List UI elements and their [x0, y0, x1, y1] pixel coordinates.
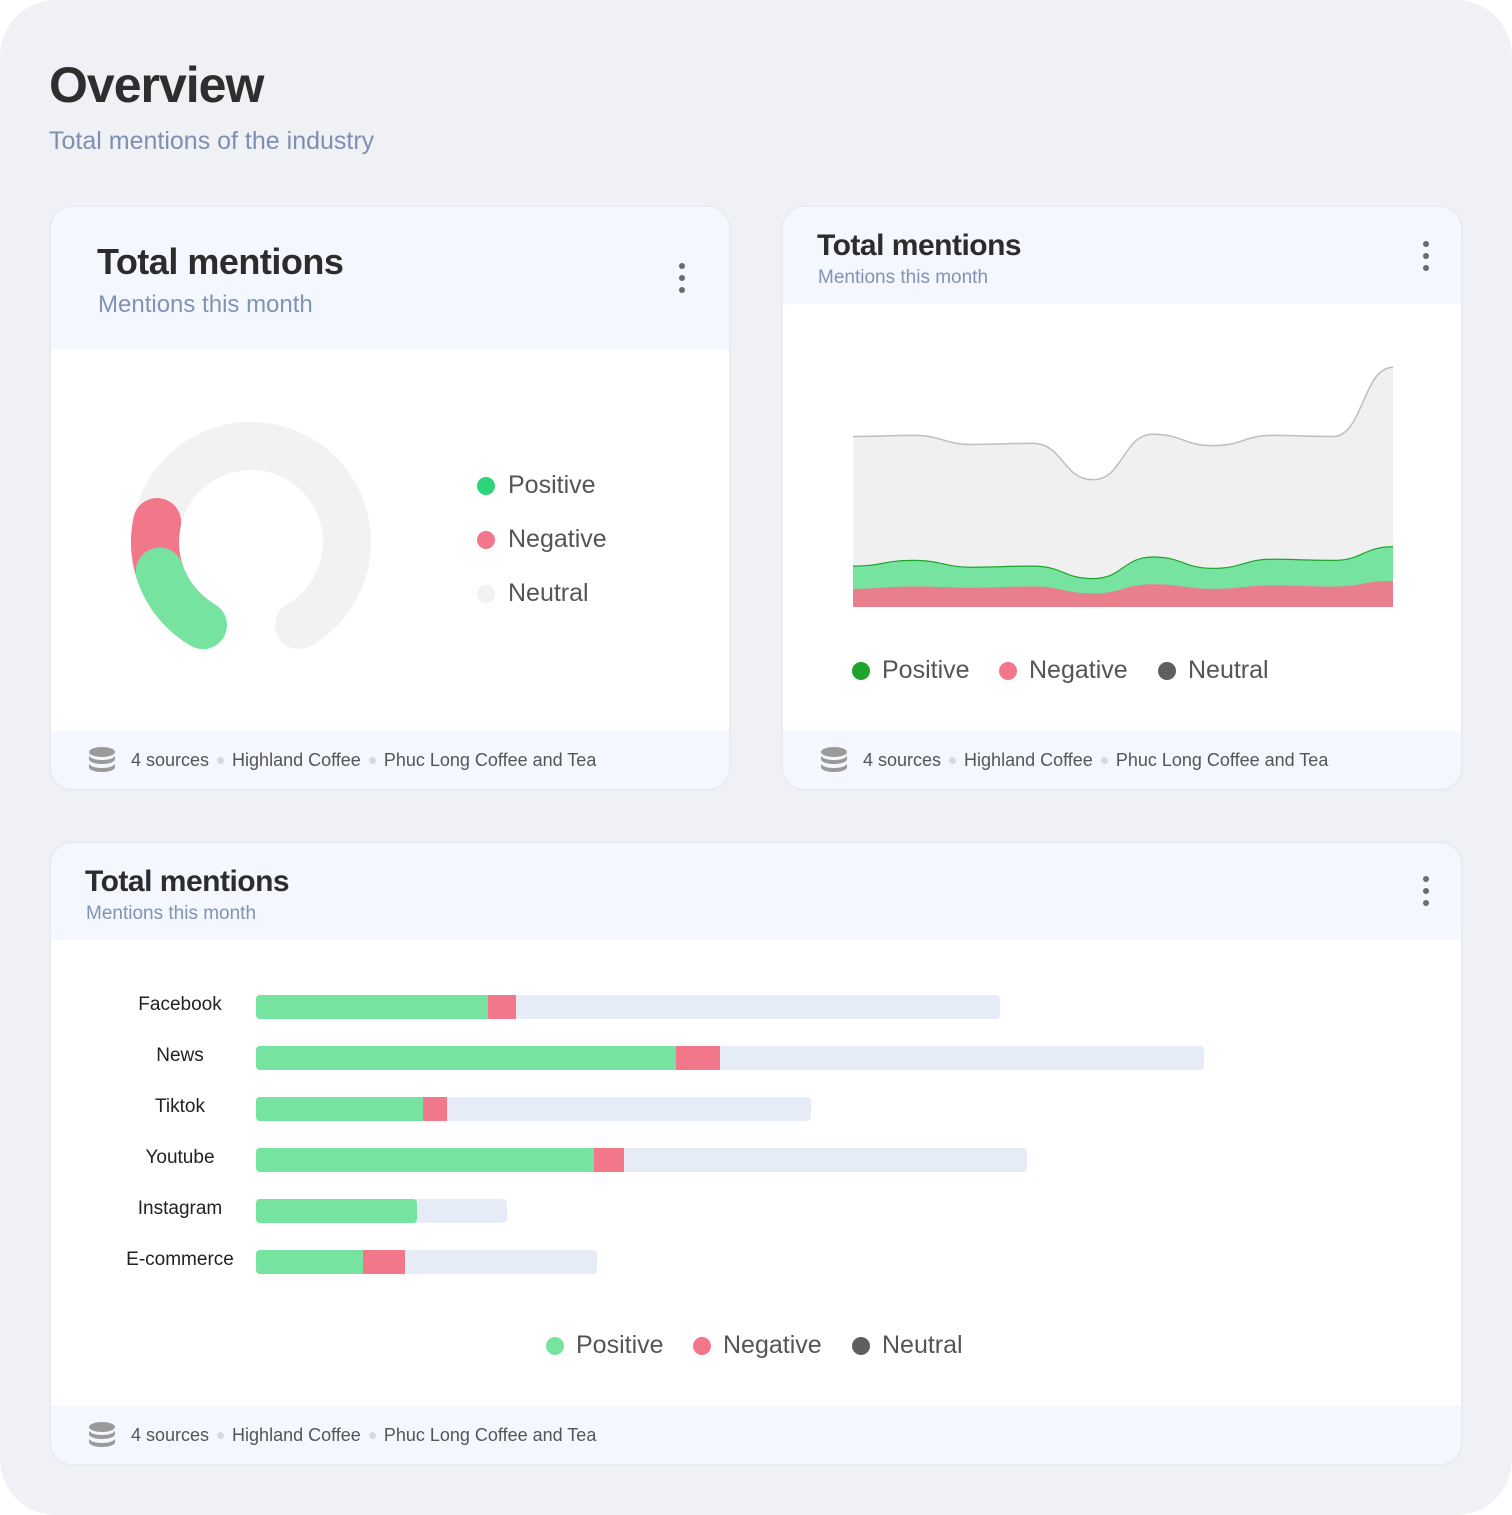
database-icon: [89, 1422, 115, 1447]
legend-negative-label: Negative: [508, 525, 607, 553]
card-subtitle: Mentions this month: [818, 267, 989, 288]
area-card: Total mentions Mentions this month Posit…: [781, 205, 1463, 791]
card-header: Total mentions Mentions this month: [783, 207, 1461, 304]
database-icon: [89, 747, 115, 772]
source-brand-2: Phuc Long Coffee and Tea: [1115, 749, 1329, 770]
legend-neutral-dot: [1158, 661, 1176, 680]
bar-category-label: Youtube: [145, 1147, 215, 1168]
legend-positive: Positive: [477, 471, 596, 500]
legend-neutral: Neutral: [852, 1331, 963, 1360]
card-title: Total mentions: [97, 241, 344, 282]
source-brand-2: Phuc Long Coffee and Tea: [383, 1424, 597, 1445]
donut-positive-arc: [135, 547, 227, 650]
legend-positive-dot: [852, 661, 870, 680]
bar-positive: [256, 1097, 423, 1121]
legend-positive-dot: [546, 1336, 564, 1355]
legend-negative: Negative: [999, 656, 1128, 685]
legend-positive-label: Positive: [882, 656, 970, 684]
dashboard-frame: Overview Total mentions of the industry …: [0, 0, 1512, 1515]
area-chart: [852, 366, 1393, 607]
page-title: Overview: [49, 57, 264, 113]
source-brand-2: Phuc Long Coffee and Tea: [383, 749, 597, 770]
bar-card: Total mentions Mentions this month Faceb…: [49, 841, 1463, 1466]
more-options-icon[interactable]: [672, 258, 692, 298]
legend-neutral: Neutral: [477, 579, 589, 608]
source-brand-1: Highland Coffee: [964, 749, 1093, 770]
bar-positive: [256, 1199, 417, 1223]
bar-category-label: Facebook: [138, 994, 222, 1015]
legend-positive-label: Positive: [576, 1331, 664, 1359]
legend-negative-dot: [693, 1336, 711, 1355]
bar-category-label: News: [156, 1045, 204, 1066]
card-footer: 4 sources Highland Coffee Phuc Long Coff…: [51, 1406, 1461, 1464]
legend-positive: Positive: [852, 656, 970, 685]
legend-neutral: Neutral: [1158, 656, 1269, 685]
legend-neutral-label: Neutral: [508, 579, 589, 607]
sources-count: 4 sources: [131, 1424, 210, 1445]
bar-negative: [488, 995, 516, 1019]
card-footer: 4 sources Highland Coffee Phuc Long Coff…: [51, 731, 729, 789]
bar-category-label: E-commerce: [126, 1249, 234, 1270]
donut-card: Total mentions Mentions this month Posit…: [49, 205, 731, 791]
source-brand-1: Highland Coffee: [232, 749, 361, 770]
sources-count: 4 sources: [131, 749, 210, 770]
legend-neutral-label: Neutral: [882, 1331, 963, 1359]
card-title: Total mentions: [817, 229, 1022, 262]
bar-category-label: Tiktok: [155, 1096, 205, 1117]
legend-negative-dot: [999, 661, 1017, 680]
separator-dot: [217, 756, 225, 764]
legend-negative-label: Negative: [1029, 656, 1128, 684]
legend-negative-label: Negative: [723, 1331, 822, 1359]
bar-negative: [363, 1250, 405, 1274]
bar-chart: Facebook News Tiktok Youtube Instagram E-comm…: [51, 843, 1461, 1464]
sources-count: 4 sources: [863, 749, 942, 770]
legend-negative: Negative: [477, 525, 607, 554]
source-brand-1: Highland Coffee: [232, 1424, 361, 1445]
bar-negative: [423, 1097, 447, 1121]
legend-negative-dot: [477, 530, 495, 549]
legend-neutral-dot: [477, 584, 495, 603]
bar-positive: [256, 995, 488, 1019]
bar-negative: [676, 1046, 720, 1070]
donut-chart: [131, 422, 371, 650]
legend-positive-dot: [477, 476, 495, 495]
legend-positive: Positive: [546, 1331, 664, 1360]
separator-dot: [949, 756, 957, 764]
page-subtitle: Total mentions of the industry: [49, 127, 375, 155]
card-footer: 4 sources Highland Coffee Phuc Long Coff…: [783, 731, 1461, 789]
legend-positive-label: Positive: [508, 471, 596, 499]
legend-neutral-label: Neutral: [1188, 656, 1269, 684]
legend-negative: Negative: [693, 1331, 822, 1360]
database-icon: [821, 747, 847, 772]
separator-dot: [368, 756, 376, 764]
bar-positive: [256, 1046, 676, 1070]
separator-dot: [217, 1431, 225, 1439]
card-subtitle: Mentions this month: [98, 291, 313, 318]
more-options-icon[interactable]: [1416, 236, 1436, 276]
separator-dot: [368, 1431, 376, 1439]
bar-negative: [594, 1148, 624, 1172]
card-header: Total mentions Mentions this month: [51, 207, 729, 349]
bar-category-label: Instagram: [137, 1198, 223, 1219]
separator-dot: [1100, 756, 1108, 764]
bar-positive: [256, 1250, 363, 1274]
bar-positive: [256, 1148, 594, 1172]
legend-neutral-dot: [852, 1336, 870, 1355]
